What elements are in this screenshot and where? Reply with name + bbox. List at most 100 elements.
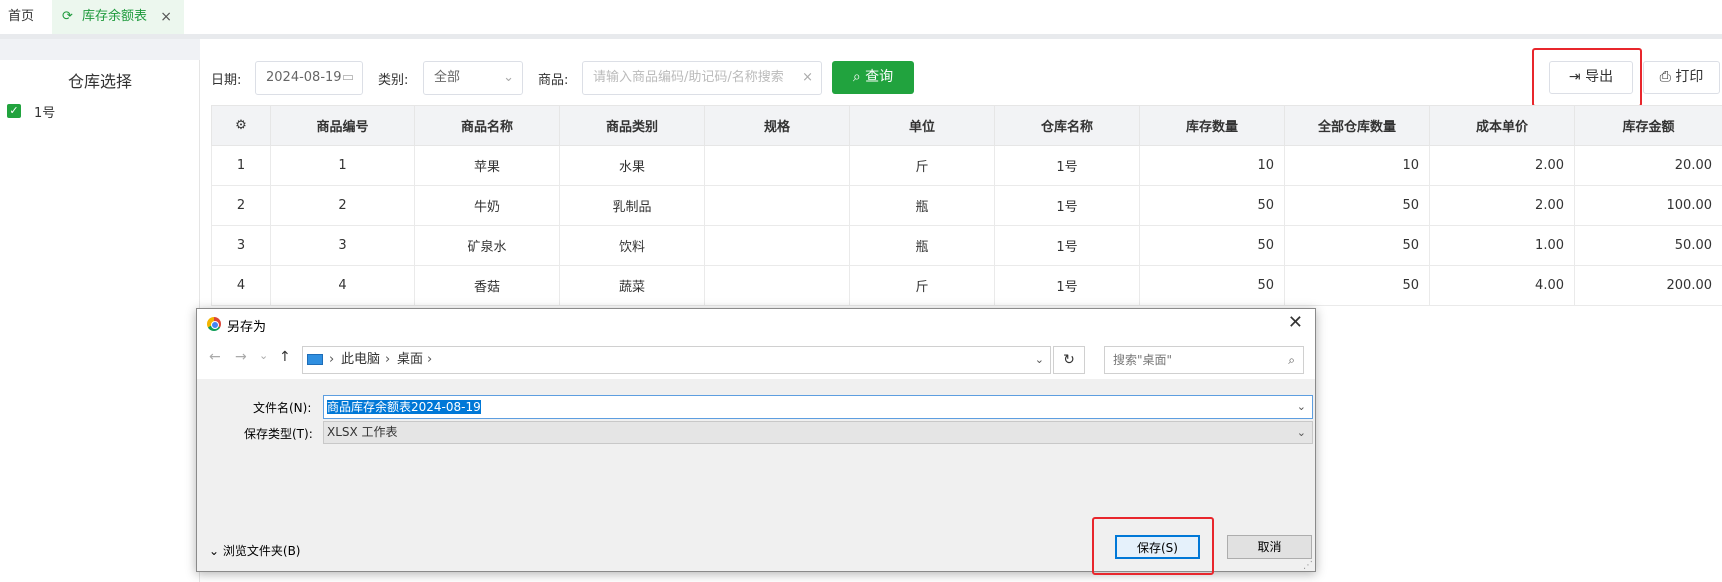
chevron-down-icon[interactable]: ⌄ xyxy=(1297,396,1306,418)
cell-amount: 20.00 xyxy=(1574,145,1722,186)
dialog-titlebar[interactable]: 另存为 ✕ xyxy=(197,309,1315,339)
warehouse-checkbox[interactable]: ✓ xyxy=(7,104,21,118)
category-label: 类别: xyxy=(378,73,409,88)
column-header[interactable]: 库存金额 xyxy=(1574,105,1722,146)
category-value: 全部 xyxy=(434,70,461,85)
column-header[interactable]: 成本单价 xyxy=(1429,105,1575,146)
resize-grip-icon[interactable]: ⋰ xyxy=(1303,560,1313,571)
forward-arrow-icon[interactable]: → xyxy=(235,349,247,365)
chevron-down-icon: ⌄ xyxy=(503,70,514,85)
close-icon[interactable]: × xyxy=(160,0,172,34)
category-select[interactable]: 全部 ⌄ xyxy=(423,61,523,95)
date-value: 2024-08-19 xyxy=(266,70,342,85)
query-label: 查询 xyxy=(865,69,894,85)
cell-spec xyxy=(704,185,850,226)
back-arrow-icon[interactable]: ← xyxy=(209,349,221,365)
column-header[interactable]: 单位 xyxy=(849,105,995,146)
cell-cost: 2.00 xyxy=(1429,145,1575,186)
column-header[interactable]: 商品编号 xyxy=(270,105,415,146)
chevron-down-icon: ⌄ xyxy=(1296,426,1306,439)
cell-unit: 瓶 xyxy=(849,225,995,266)
print-label: 打印 xyxy=(1675,69,1704,85)
cell-name: 牛奶 xyxy=(414,185,560,226)
column-header[interactable]: 规格 xyxy=(704,105,850,146)
column-header[interactable]: 商品类别 xyxy=(559,105,705,146)
cell-category: 水果 xyxy=(559,145,705,186)
breadcrumb-separator-icon: › xyxy=(385,352,391,367)
tab-home[interactable]: 首页 xyxy=(8,0,34,34)
dialog-title: 另存为 xyxy=(227,320,267,335)
chevron-down-icon: ⌄ xyxy=(209,544,220,558)
query-button[interactable]: ⌕ 查询 xyxy=(832,61,914,94)
breadcrumb-separator-icon: › xyxy=(329,352,335,367)
cell-all-qty: 10 xyxy=(1284,145,1430,186)
cell-qty: 50 xyxy=(1139,185,1285,226)
dialog-close-icon[interactable]: ✕ xyxy=(1288,312,1303,333)
cell-spec xyxy=(704,225,850,266)
date-input[interactable]: 2024-08-19 ▭ xyxy=(255,61,363,95)
cell-all-qty: 50 xyxy=(1284,265,1430,306)
calendar-icon[interactable]: ▭ xyxy=(342,62,354,94)
cell-category: 饮料 xyxy=(559,225,705,266)
filename-input[interactable]: 商品库存余额表2024-08-19 ⌄ xyxy=(323,395,1313,419)
breadcrumb-this-pc[interactable]: 此电脑 xyxy=(341,347,380,373)
cell-warehouse: 1号 xyxy=(994,265,1140,306)
search-icon: ⌕ xyxy=(1288,353,1295,367)
search-icon: ⌕ xyxy=(852,69,861,85)
column-header[interactable]: 库存数量 xyxy=(1139,105,1285,146)
row-index: 4 xyxy=(211,265,271,306)
cell-code: 4 xyxy=(270,265,415,306)
filetype-select[interactable]: XLSX 工作表 ⌄ xyxy=(323,421,1313,444)
folder-search-input[interactable]: 搜索"桌面" ⌕ xyxy=(1104,346,1304,374)
address-dropdown-icon[interactable]: ⌄ xyxy=(1035,347,1044,373)
folder-search-placeholder: 搜索"桌面" xyxy=(1113,353,1173,367)
warehouse-label: 1号 xyxy=(34,106,56,121)
cell-amount: 200.00 xyxy=(1574,265,1722,306)
cell-warehouse: 1号 xyxy=(994,185,1140,226)
export-button[interactable]: ⇥ 导出 xyxy=(1549,61,1633,94)
print-button[interactable]: ⎙ 打印 xyxy=(1643,61,1720,94)
cancel-button[interactable]: 取消 xyxy=(1227,535,1312,559)
cell-qty: 50 xyxy=(1139,265,1285,306)
recent-chevron-icon[interactable]: ⌄ xyxy=(259,349,268,362)
table-row[interactable]: 1 1 苹果 水果 斤 1号 10 10 2.00 20.00 xyxy=(211,145,1722,186)
column-header[interactable]: 仓库名称 xyxy=(994,105,1140,146)
up-arrow-icon[interactable]: ↑ xyxy=(279,349,291,365)
address-bar[interactable]: › 此电脑 › 桌面 › ⌄ xyxy=(302,346,1051,374)
column-header[interactable]: 全部仓库数量 xyxy=(1284,105,1430,146)
browse-folders-toggle[interactable]: ⌄ 浏览文件夹(B) xyxy=(209,542,301,559)
breadcrumb-desktop[interactable]: 桌面 xyxy=(397,347,423,373)
cell-warehouse: 1号 xyxy=(994,145,1140,186)
inventory-table: ⚙ 商品编号 商品名称 商品类别 规格 单位 仓库名称 库存数量 全部仓库数量 … xyxy=(211,105,1722,306)
warehouse-panel: 仓库选择 ✓ 1号 xyxy=(0,60,200,582)
cell-spec xyxy=(704,145,850,186)
cell-unit: 瓶 xyxy=(849,185,995,226)
printer-icon: ⎙ xyxy=(1659,69,1671,85)
tab-bar: 首页 ⟳ 库存余额表 × xyxy=(0,0,1722,34)
cell-warehouse: 1号 xyxy=(994,225,1140,266)
filetype-label: 保存类型(T): xyxy=(244,427,313,441)
tab-inventory-balance[interactable]: ⟳ 库存余额表 × xyxy=(52,0,184,34)
product-search-input[interactable]: 请输入商品编码/助记码/名称搜索 × xyxy=(582,61,822,95)
breadcrumb-separator-icon: › xyxy=(427,352,433,367)
clear-icon[interactable]: × xyxy=(802,62,813,94)
warehouse-panel-title: 仓库选择 xyxy=(67,72,132,91)
export-label: 导出 xyxy=(1585,69,1614,85)
table-row[interactable]: 2 2 牛奶 乳制品 瓶 1号 50 50 2.00 100.00 xyxy=(211,185,1722,226)
refresh-icon[interactable]: ⟳ xyxy=(62,0,76,34)
product-search-placeholder: 请输入商品编码/助记码/名称搜索 xyxy=(593,70,784,85)
settings-gear-icon[interactable]: ⚙ xyxy=(211,105,271,146)
refresh-button[interactable]: ↻ xyxy=(1053,346,1085,374)
cell-cost: 1.00 xyxy=(1429,225,1575,266)
cell-cost: 4.00 xyxy=(1429,265,1575,306)
cell-qty: 50 xyxy=(1139,225,1285,266)
table-row[interactable]: 3 3 矿泉水 饮料 瓶 1号 50 50 1.00 50.00 xyxy=(211,225,1722,266)
cell-code: 1 xyxy=(270,145,415,186)
row-index: 3 xyxy=(211,225,271,266)
column-header[interactable]: 商品名称 xyxy=(414,105,560,146)
cell-code: 3 xyxy=(270,225,415,266)
cell-spec xyxy=(704,265,850,306)
table-row[interactable]: 4 4 香菇 蔬菜 斤 1号 50 50 4.00 200.00 xyxy=(211,265,1722,306)
table-header-row: ⚙ 商品编号 商品名称 商品类别 规格 单位 仓库名称 库存数量 全部仓库数量 … xyxy=(211,105,1722,146)
cell-cost: 2.00 xyxy=(1429,185,1575,226)
